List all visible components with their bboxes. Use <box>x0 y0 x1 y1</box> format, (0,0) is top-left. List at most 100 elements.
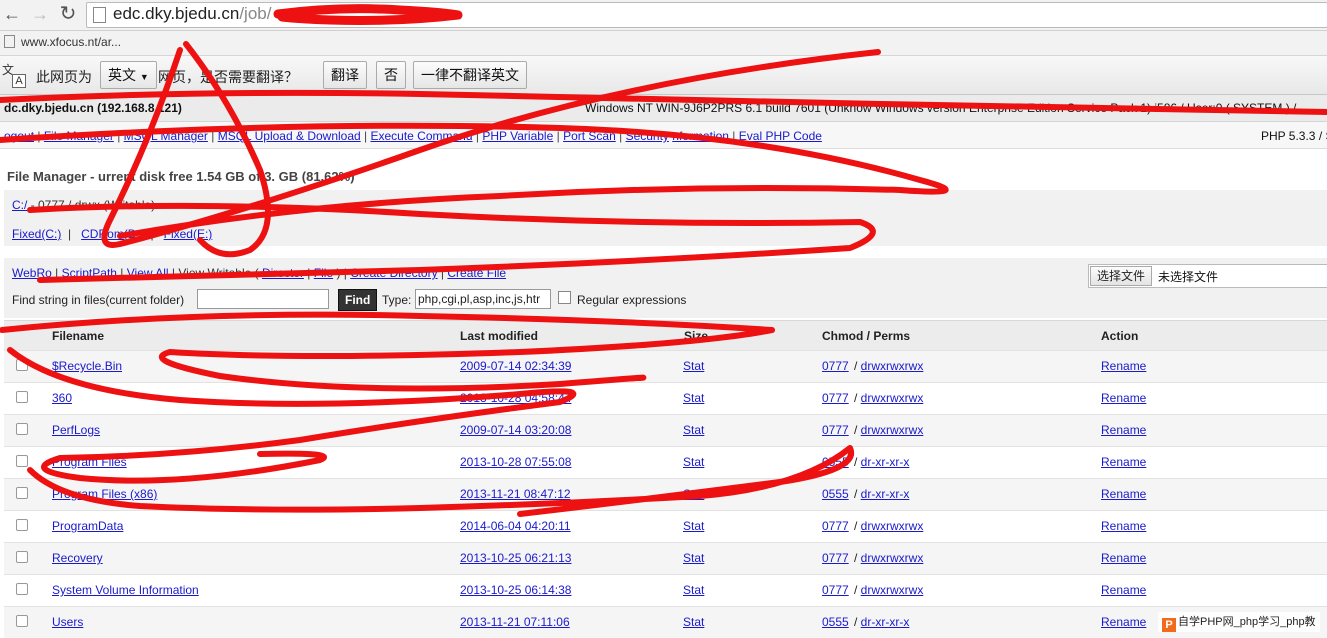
upload-file-field[interactable]: 选择文件 未选择文件 <box>1088 264 1327 288</box>
stat-link[interactable]: Stat <box>683 391 704 405</box>
chmod-link[interactable]: 0777 <box>822 391 849 405</box>
drive-c-link[interactable]: Fixed(C:) <box>12 227 61 241</box>
rename-link[interactable]: Rename <box>1101 551 1146 565</box>
row-checkbox[interactable] <box>16 519 28 531</box>
translate-button[interactable]: 翻译 <box>323 61 367 89</box>
menu-mysql-manager[interactable]: SQL Manager <box>134 129 208 143</box>
back-icon[interactable]: ← <box>2 4 22 24</box>
last-modified-link[interactable]: 2014-06-04 04:20:11 <box>460 519 571 533</box>
create-file-link[interactable]: Create File <box>447 266 506 280</box>
drive-e-link[interactable]: Fixed(E:) <box>164 227 213 241</box>
row-checkbox[interactable] <box>16 359 28 371</box>
directory-filter-link[interactable]: Director <box>262 266 304 280</box>
last-modified-link[interactable]: 2013-11-21 07:11:06 <box>460 615 570 629</box>
menu-mysql-upload[interactable]: SQL Upload & Download <box>228 129 361 143</box>
row-checkbox[interactable] <box>16 487 28 499</box>
file-name-link[interactable]: Users <box>52 615 83 629</box>
perms-link[interactable]: drwxrwxrwx <box>861 423 924 437</box>
last-modified-link[interactable]: 2009-07-14 03:20:08 <box>460 423 571 437</box>
create-directory-link[interactable]: Create Directory <box>350 266 437 280</box>
scriptpath-link[interactable]: ScriptPath <box>62 266 117 280</box>
stat-link[interactable]: Stat <box>683 423 704 437</box>
file-filter-link[interactable]: File <box>314 266 333 280</box>
rename-link[interactable]: Rename <box>1101 423 1146 437</box>
row-checkbox[interactable] <box>16 455 28 467</box>
last-modified-link[interactable]: 2013-10-25 06:21:13 <box>460 551 571 565</box>
row-checkbox[interactable] <box>16 583 28 595</box>
reload-icon[interactable]: ↻ <box>58 4 78 24</box>
file-name-link[interactable]: $Recycle.Bin <box>52 359 122 373</box>
stat-link[interactable]: Stat <box>683 583 704 597</box>
chmod-link[interactable]: 0777 <box>822 551 849 565</box>
stat-link[interactable]: Stat <box>683 551 704 565</box>
choose-file-button[interactable]: 选择文件 <box>1090 266 1153 286</box>
regex-checkbox[interactable] <box>558 291 571 304</box>
last-modified-link[interactable]: 2013-10-28 07:55:08 <box>460 455 571 469</box>
find-string-input[interactable] <box>197 289 329 309</box>
webroot-link[interactable]: WebRo <box>12 266 52 280</box>
menu-eval-php[interactable]: Eval PHP Code <box>739 129 822 143</box>
row-checkbox[interactable] <box>16 551 28 563</box>
file-name-link[interactable]: ProgramData <box>52 519 123 533</box>
row-checkbox[interactable] <box>16 615 28 627</box>
perms-link[interactable]: drwxrwxrwx <box>861 551 924 565</box>
path-link[interactable]: C:/ <box>12 198 27 212</box>
never-translate-button[interactable]: 一律不翻译英文 <box>413 61 527 89</box>
file-name-link[interactable]: System Volume Information <box>52 583 199 597</box>
file-name-link[interactable]: Recovery <box>52 551 103 565</box>
stat-link[interactable]: Stat <box>683 359 704 373</box>
menu-mysql-prefix[interactable]: M <box>124 129 134 143</box>
row-checkbox[interactable] <box>16 423 28 435</box>
last-modified-link[interactable]: 2013-10-25 06:14:38 <box>460 583 571 597</box>
perms-link[interactable]: drwxrwxrwx <box>861 391 924 405</box>
rename-link[interactable]: Rename <box>1101 519 1146 533</box>
menu-port-scan[interactable]: Port Scan <box>563 129 616 143</box>
last-modified-link[interactable]: 2013-10-28 04:58:44 <box>460 391 571 405</box>
menu-logout[interactable]: ogout <box>4 129 34 143</box>
chmod-link[interactable]: 0777 <box>822 583 849 597</box>
view-all-link[interactable]: View All <box>127 266 169 280</box>
stat-link[interactable]: Stat <box>683 615 704 629</box>
chmod-link[interactable]: 0555 <box>822 615 849 629</box>
perms-link[interactable]: dr-xr-xr-x <box>861 487 910 501</box>
perms-link[interactable]: drwxrwxrwx <box>861 583 924 597</box>
stat-link[interactable]: Stat <box>683 519 704 533</box>
chmod-link[interactable]: 0777 <box>822 423 849 437</box>
rename-link[interactable]: Rename <box>1101 391 1146 405</box>
last-modified-link[interactable]: 2009-07-14 02:34:39 <box>460 359 571 373</box>
chmod-link[interactable]: 0777 <box>822 359 849 373</box>
perms-link[interactable]: dr-xr-xr-x <box>861 455 910 469</box>
no-translate-button[interactable]: 否 <box>376 61 406 89</box>
rename-link[interactable]: Rename <box>1101 583 1146 597</box>
bookmark-item[interactable]: www.xfocus.nt/ar... <box>4 35 121 49</box>
file-name-link[interactable]: Program Files <box>52 455 127 469</box>
perms-link[interactable]: dr-xr-xr-x <box>861 615 910 629</box>
rename-link[interactable]: Rename <box>1101 615 1146 629</box>
forward-icon[interactable]: → <box>30 4 50 24</box>
menu-file-manager[interactable]: File Manager <box>44 129 114 143</box>
stat-link[interactable]: Stat <box>683 455 704 469</box>
drive-d-link[interactable]: CDRom(D:) <box>81 227 144 241</box>
chmod-link[interactable]: 0555 <box>822 455 849 469</box>
menu-execute-command[interactable]: Execute Command <box>370 129 472 143</box>
file-name-link[interactable]: Program Files (x86) <box>52 487 157 501</box>
perms-link[interactable]: drwxrwxrwx <box>861 519 924 533</box>
menu-php-variable[interactable]: PHP Variable <box>482 129 553 143</box>
perms-link[interactable]: drwxrwxrwx <box>861 359 924 373</box>
stat-link[interactable]: Stat <box>683 487 704 501</box>
menu-security[interactable]: Security <box>626 129 669 143</box>
address-bar[interactable]: edc.dky.bjedu.cn/job/ <box>86 2 1327 28</box>
find-button[interactable]: Find <box>338 289 378 311</box>
menu-mysql-prefix-2[interactable]: M <box>218 129 228 143</box>
type-input[interactable]: php,cgi,pl,asp,inc,js,htr <box>415 289 551 309</box>
last-modified-link[interactable]: 2013-11-21 08:47:12 <box>460 487 571 501</box>
rename-link[interactable]: Rename <box>1101 359 1146 373</box>
file-name-link[interactable]: PerfLogs <box>52 423 100 437</box>
file-name-link[interactable]: 360 <box>52 391 72 405</box>
language-select[interactable]: 英文 ▼ <box>100 61 157 89</box>
rename-link[interactable]: Rename <box>1101 487 1146 501</box>
rename-link[interactable]: Rename <box>1101 455 1146 469</box>
menu-information[interactable]: nformation <box>672 129 729 143</box>
row-checkbox[interactable] <box>16 391 28 403</box>
chmod-link[interactable]: 0777 <box>822 519 849 533</box>
